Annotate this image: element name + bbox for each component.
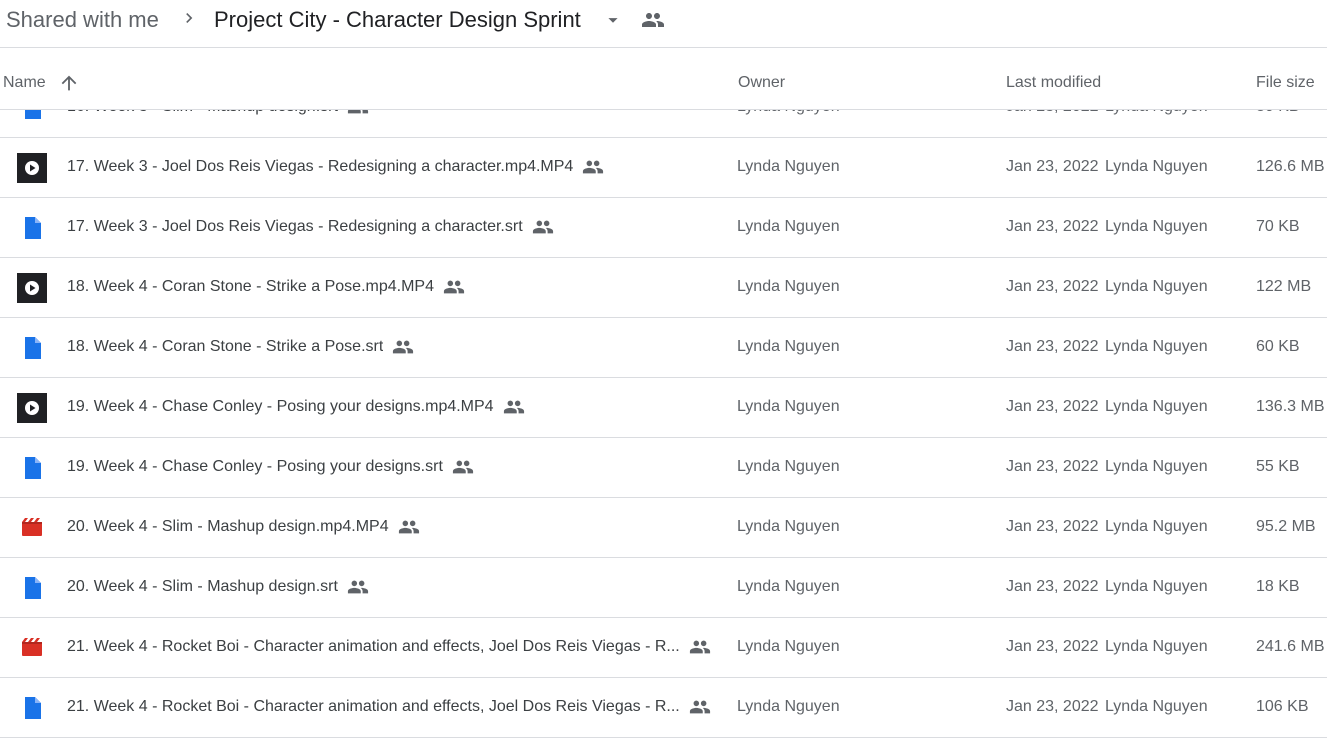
file-owner: Lynda Nguyen <box>737 338 840 355</box>
file-size: 60 KB <box>1256 338 1300 355</box>
shared-icon <box>503 396 525 418</box>
file-owner: Lynda Nguyen <box>737 278 840 295</box>
file-owner: Lynda Nguyen <box>737 218 840 235</box>
video-thumbnail-icon <box>17 153 47 183</box>
file-modified-by: Lynda Nguyen <box>1105 278 1208 295</box>
file-name: 20. Week 4 - Slim - Mashup design.mp4.MP… <box>67 518 389 535</box>
file-size: 241.6 MB <box>1256 638 1325 655</box>
file-owner: Lynda Nguyen <box>737 398 840 415</box>
shared-icon <box>398 516 420 538</box>
doc-icon <box>17 693 47 723</box>
file-modified-by: Lynda Nguyen <box>1105 698 1208 715</box>
file-modified-by: Lynda Nguyen <box>1105 158 1208 175</box>
shared-folder-icon <box>642 13 664 27</box>
file-row[interactable]: 21. Week 4 - Rocket Boi - Character anim… <box>0 618 1327 678</box>
shared-icon <box>689 696 711 718</box>
file-name: 18. Week 4 - Coran Stone - Strike a Pose… <box>67 278 434 295</box>
file-size: 122 MB <box>1256 278 1312 295</box>
file-size: 136.3 MB <box>1256 398 1325 415</box>
file-row[interactable]: 17. Week 3 - Joel Dos Reis Viegas - Rede… <box>0 138 1327 198</box>
shared-icon <box>452 456 474 478</box>
file-size: 18 KB <box>1256 578 1300 595</box>
file-list: 16. Week 3 - Slim - Mashup design.srtLyn… <box>0 78 1327 738</box>
video-thumbnail-icon <box>17 393 47 423</box>
file-size: 70 KB <box>1256 218 1300 235</box>
doc-icon <box>17 333 47 363</box>
doc-icon <box>17 573 47 603</box>
file-modified-by: Lynda Nguyen <box>1105 218 1208 235</box>
file-modified-date: Jan 23, 2022 <box>1006 578 1099 595</box>
file-row[interactable]: 17. Week 3 - Joel Dos Reis Viegas - Rede… <box>0 198 1327 258</box>
file-owner: Lynda Nguyen <box>737 458 840 475</box>
file-name: 19. Week 4 - Chase Conley - Posing your … <box>67 458 443 475</box>
breadcrumb-current-folder[interactable]: Project City - Character Design Sprint <box>214 7 581 33</box>
file-row[interactable]: 19. Week 4 - Chase Conley - Posing your … <box>0 438 1327 498</box>
file-modified-by: Lynda Nguyen <box>1105 398 1208 415</box>
file-size: 106 KB <box>1256 698 1309 715</box>
column-header: Name Owner Last modified File size <box>0 48 1327 110</box>
arrow-up-icon[interactable] <box>58 72 80 94</box>
video-file-icon <box>17 633 47 663</box>
caret-down-icon[interactable] <box>602 9 624 31</box>
file-size: 95.2 MB <box>1256 518 1316 535</box>
file-modified-by: Lynda Nguyen <box>1105 458 1208 475</box>
file-modified-date: Jan 23, 2022 <box>1006 458 1099 475</box>
shared-icon <box>347 576 369 598</box>
file-name: 21. Week 4 - Rocket Boi - Character anim… <box>67 638 680 655</box>
breadcrumb-shared-with-me[interactable]: Shared with me <box>6 7 159 33</box>
file-row[interactable]: 19. Week 4 - Chase Conley - Posing your … <box>0 378 1327 438</box>
file-row[interactable]: 20. Week 4 - Slim - Mashup design.mp4.MP… <box>0 498 1327 558</box>
file-name: 19. Week 4 - Chase Conley - Posing your … <box>67 398 494 415</box>
column-header-last-modified[interactable]: Last modified <box>1006 74 1101 92</box>
shared-icon <box>532 216 554 238</box>
file-name: 17. Week 3 - Joel Dos Reis Viegas - Rede… <box>67 158 574 175</box>
file-modified-date: Jan 23, 2022 <box>1006 518 1099 535</box>
file-owner: Lynda Nguyen <box>737 578 840 595</box>
file-name: 17. Week 3 - Joel Dos Reis Viegas - Rede… <box>67 218 523 235</box>
file-modified-by: Lynda Nguyen <box>1105 578 1208 595</box>
chevron-right-icon <box>186 13 193 23</box>
file-modified-date: Jan 23, 2022 <box>1006 338 1099 355</box>
file-modified-date: Jan 23, 2022 <box>1006 158 1099 175</box>
file-modified-by: Lynda Nguyen <box>1105 638 1208 655</box>
column-header-file-size[interactable]: File size <box>1256 74 1315 92</box>
file-modified-date: Jan 23, 2022 <box>1006 698 1099 715</box>
file-name: 20. Week 4 - Slim - Mashup design.srt <box>67 578 338 595</box>
shared-icon <box>689 636 711 658</box>
file-owner: Lynda Nguyen <box>737 638 840 655</box>
file-name: 21. Week 4 - Rocket Boi - Character anim… <box>67 698 680 715</box>
file-owner: Lynda Nguyen <box>737 158 840 175</box>
file-modified-date: Jan 23, 2022 <box>1006 398 1099 415</box>
file-row[interactable]: 21. Week 4 - Rocket Boi - Character anim… <box>0 678 1327 738</box>
shared-icon <box>582 156 604 178</box>
breadcrumb: Shared with me Project City - Character … <box>0 0 1327 48</box>
video-thumbnail-icon <box>17 273 47 303</box>
file-modified-date: Jan 23, 2022 <box>1006 638 1099 655</box>
file-size: 55 KB <box>1256 458 1300 475</box>
file-modified-by: Lynda Nguyen <box>1105 518 1208 535</box>
shared-icon <box>392 336 414 358</box>
column-header-name[interactable]: Name <box>3 74 46 92</box>
file-modified-by: Lynda Nguyen <box>1105 338 1208 355</box>
doc-icon <box>17 213 47 243</box>
column-header-owner[interactable]: Owner <box>738 74 785 92</box>
file-modified-date: Jan 23, 2022 <box>1006 218 1099 235</box>
file-owner: Lynda Nguyen <box>737 518 840 535</box>
video-file-icon <box>17 513 47 543</box>
doc-icon <box>17 453 47 483</box>
file-size: 126.6 MB <box>1256 158 1325 175</box>
file-owner: Lynda Nguyen <box>737 698 840 715</box>
file-row[interactable]: 18. Week 4 - Coran Stone - Strike a Pose… <box>0 258 1327 318</box>
file-row[interactable]: 18. Week 4 - Coran Stone - Strike a Pose… <box>0 318 1327 378</box>
shared-icon <box>443 276 465 298</box>
file-row[interactable]: 20. Week 4 - Slim - Mashup design.srt Lyn… <box>0 558 1327 618</box>
file-modified-date: Jan 23, 2022 <box>1006 278 1099 295</box>
file-name: 18. Week 4 - Coran Stone - Strike a Pose… <box>67 338 384 355</box>
